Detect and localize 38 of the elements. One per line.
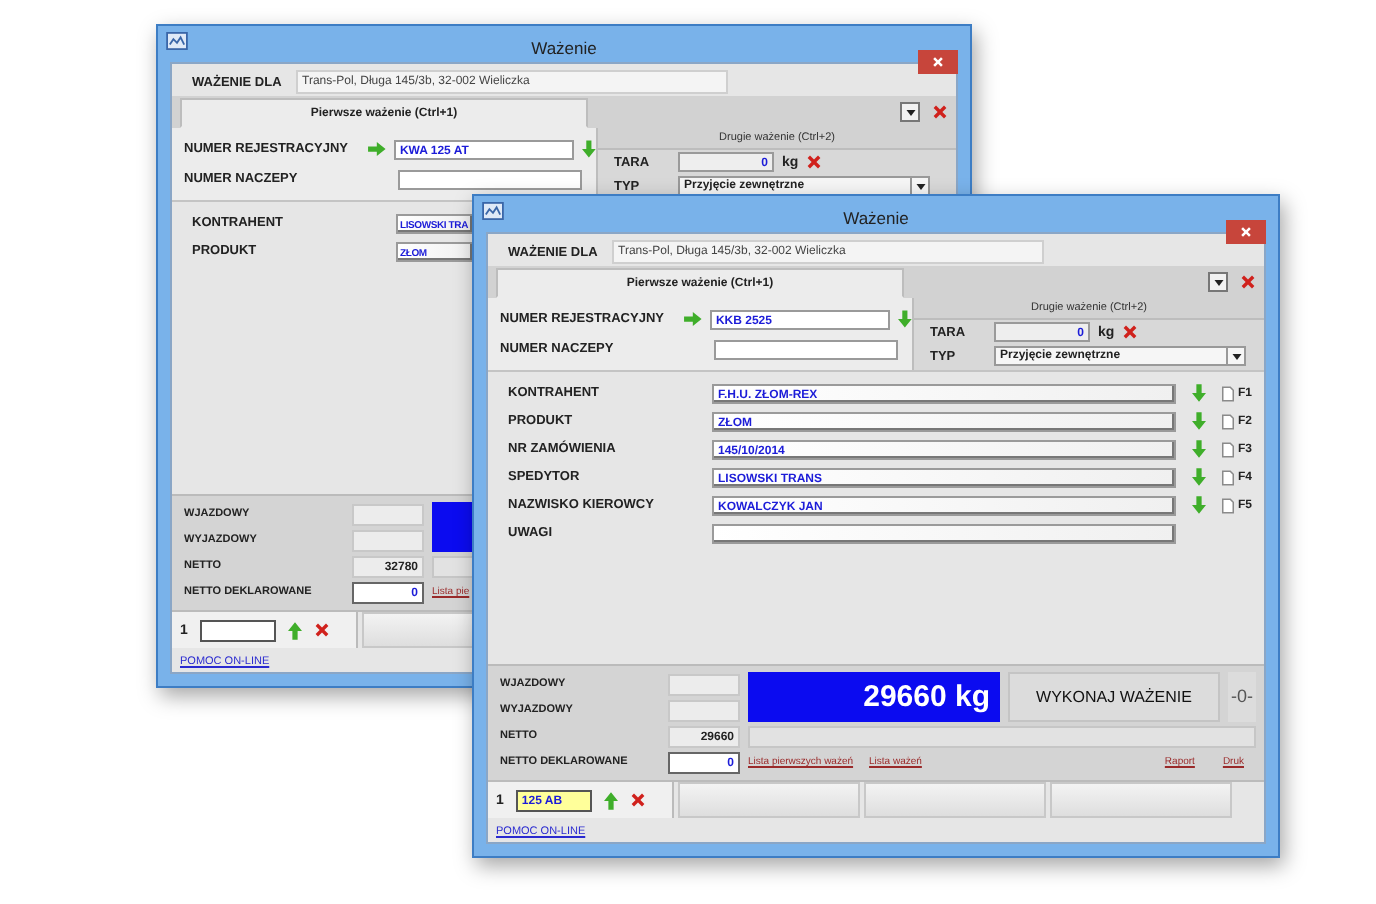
- trailer-field[interactable]: [714, 339, 898, 359]
- delete-icon[interactable]: [1240, 274, 1256, 290]
- dropdown-button[interactable]: [1208, 272, 1228, 292]
- arrow-right-icon[interactable]: [368, 142, 386, 156]
- close-icon: [1240, 226, 1252, 238]
- reading-field[interactable]: [668, 699, 740, 721]
- text-field[interactable]: [712, 523, 1176, 543]
- queue-field[interactable]: [199, 619, 276, 641]
- clear-icon[interactable]: [1122, 324, 1139, 340]
- caret-icon: [1231, 353, 1241, 359]
- caret-icon: [1213, 279, 1223, 285]
- arrow-down-icon[interactable]: [582, 140, 596, 158]
- reading-field[interactable]: [668, 673, 740, 695]
- window-title: Ważenie: [841, 208, 911, 228]
- close-button[interactable]: [918, 50, 958, 74]
- close-icon: [932, 56, 944, 68]
- caret-icon: [905, 109, 915, 115]
- delete-icon[interactable]: [629, 792, 646, 808]
- window-title: Ważenie: [529, 38, 599, 58]
- dropdown-button[interactable]: [900, 102, 920, 122]
- trailer-field[interactable]: [398, 169, 582, 189]
- arrow-up-icon[interactable]: [287, 621, 302, 639]
- close-button[interactable]: [1226, 220, 1266, 244]
- clear-icon[interactable]: [806, 154, 823, 170]
- app-icon: [482, 202, 504, 220]
- arrow-right-icon[interactable]: [684, 312, 702, 326]
- dropdown-button[interactable]: [1226, 348, 1244, 364]
- reading-field[interactable]: [352, 529, 424, 551]
- app-icon: [166, 32, 188, 50]
- delete-icon[interactable]: [313, 622, 330, 638]
- weigh-button[interactable]: WYKONAJ WAŻENIE: [1008, 672, 1220, 722]
- weight-display: 29660 kg: [748, 672, 1000, 722]
- caret-icon: [915, 183, 925, 189]
- arrow-up-icon[interactable]: [603, 791, 618, 809]
- counter-display: -0-: [1228, 672, 1256, 722]
- arrow-down-icon[interactable]: [898, 310, 912, 328]
- delete-icon[interactable]: [932, 104, 948, 120]
- reading-field[interactable]: [352, 503, 424, 525]
